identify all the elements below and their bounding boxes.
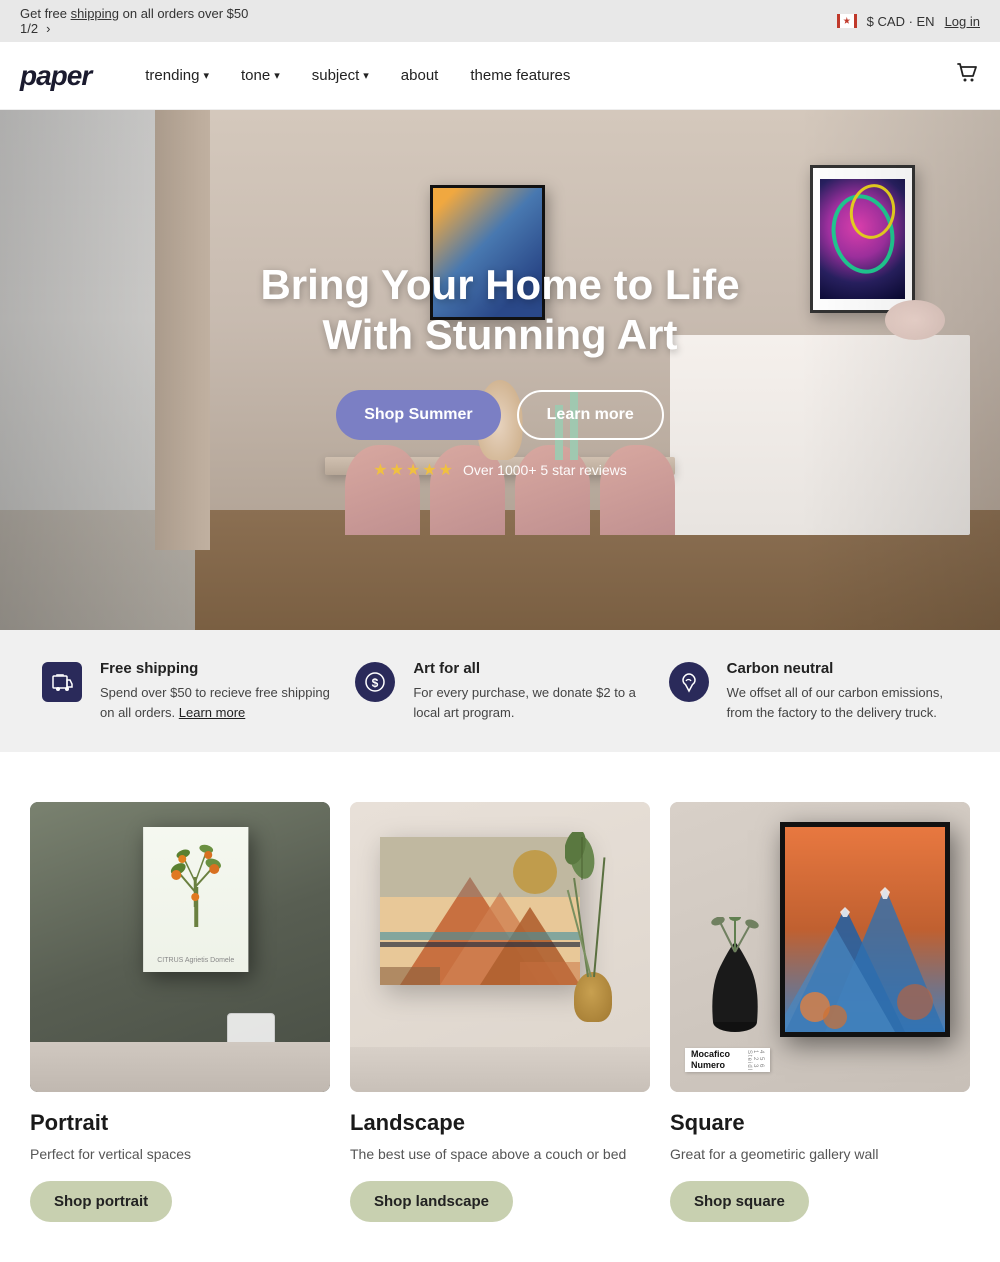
product-portrait: CITRUS Agrietis Domele Portrait Perfect …	[30, 802, 330, 1222]
landscape-image	[350, 802, 650, 1092]
shop-square-button[interactable]: Shop square	[670, 1181, 809, 1222]
product-landscape: Landscape The best use of space above a …	[350, 802, 650, 1222]
feature-art-text: Art for all For every purchase, we donat…	[413, 660, 646, 722]
nav-tone[interactable]: tone ▾	[227, 59, 294, 92]
nav-trending[interactable]: trending ▾	[131, 59, 223, 92]
hero-section: Bring Your Home to Life With Stunning Ar…	[0, 110, 1000, 630]
hero-content: Bring Your Home to Life With Stunning Ar…	[200, 240, 800, 501]
svg-text:$: $	[372, 676, 379, 690]
announcement-text: Get free shipping on all orders over $50…	[20, 6, 259, 36]
art-icon: $	[353, 660, 397, 704]
square-description: Great for a geometiric gallery wall	[670, 1144, 970, 1165]
feature-shipping-text: Free shipping Spend over $50 to recieve …	[100, 660, 333, 722]
cart-button[interactable]	[954, 60, 980, 92]
feature-art: $ Art for all For every purchase, we don…	[353, 660, 646, 722]
product-square: MocaficoNumero Steidl 1 2 3 4 5 6 Square…	[670, 802, 970, 1222]
nav-about[interactable]: about	[387, 59, 453, 92]
portrait-title: Portrait	[30, 1110, 330, 1136]
portrait-description: Perfect for vertical spaces	[30, 1144, 330, 1165]
shipping-icon	[40, 660, 84, 704]
chevron-down-icon: ▾	[274, 69, 280, 82]
portrait-image: CITRUS Agrietis Domele	[30, 802, 330, 1092]
nav-subject[interactable]: subject ▾	[298, 59, 383, 92]
landscape-description: The best use of space above a couch or b…	[350, 1144, 650, 1165]
nav-theme-features[interactable]: theme features	[456, 59, 584, 92]
site-logo[interactable]: paper	[20, 60, 91, 92]
currency-selector[interactable]: $ CAD · EN	[867, 14, 935, 29]
shipping-link[interactable]: shipping	[71, 6, 119, 21]
shop-landscape-button[interactable]: Shop landscape	[350, 1181, 513, 1222]
product-grid: CITRUS Agrietis Domele Portrait Perfect …	[30, 802, 970, 1222]
hero-buttons: Shop Summer Learn more	[220, 390, 780, 440]
chevron-down-icon: ▾	[363, 69, 369, 82]
chevron-right-icon[interactable]: ›	[46, 21, 50, 36]
announcement-right: $ CAD · EN Log in	[837, 14, 980, 29]
pagination-text: 1/2	[20, 21, 38, 36]
feature-carbon-text: Carbon neutral We offset all of our carb…	[727, 660, 960, 722]
feature-learn-more-link[interactable]: Learn more	[179, 705, 245, 720]
star-rating: ★★★★★	[373, 460, 455, 480]
feature-carbon: Carbon neutral We offset all of our carb…	[667, 660, 960, 722]
learn-more-button[interactable]: Learn more	[517, 390, 664, 440]
header: paper trending ▾ tone ▾ subject ▾ about …	[0, 42, 1000, 110]
flag-icon	[837, 14, 857, 28]
carbon-icon	[667, 660, 711, 704]
features-strip: Free shipping Spend over $50 to recieve …	[0, 630, 1000, 752]
main-nav: trending ▾ tone ▾ subject ▾ about theme …	[131, 59, 954, 92]
hero-title: Bring Your Home to Life With Stunning Ar…	[220, 260, 780, 361]
review-text: Over 1000+ 5 star reviews	[463, 462, 627, 478]
square-image: MocaficoNumero Steidl 1 2 3 4 5 6	[670, 802, 970, 1092]
announcement-bar: Get free shipping on all orders over $50…	[0, 0, 1000, 42]
square-title: Square	[670, 1110, 970, 1136]
login-link[interactable]: Log in	[945, 14, 980, 29]
chevron-down-icon: ▾	[203, 69, 209, 82]
landscape-title: Landscape	[350, 1110, 650, 1136]
shop-portrait-button[interactable]: Shop portrait	[30, 1181, 172, 1222]
feature-shipping: Free shipping Spend over $50 to recieve …	[40, 660, 333, 722]
shop-summer-button[interactable]: Shop Summer	[336, 390, 500, 440]
announcement-nav: 1/2 ›	[20, 21, 259, 36]
hero-reviews: ★★★★★ Over 1000+ 5 star reviews	[220, 460, 780, 480]
product-section: CITRUS Agrietis Domele Portrait Perfect …	[0, 752, 1000, 1262]
